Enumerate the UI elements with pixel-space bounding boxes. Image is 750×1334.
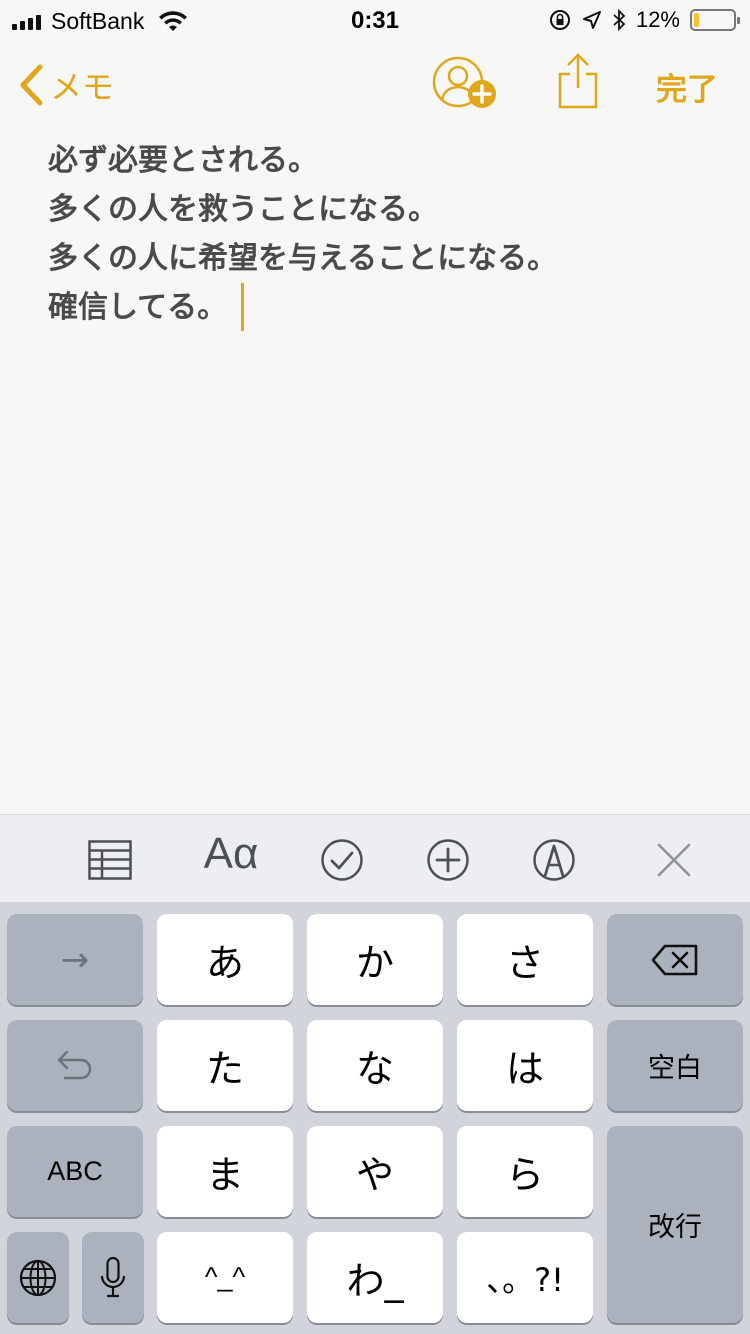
status-right: 12% (548, 7, 740, 33)
text-format-button[interactable]: Aα (196, 829, 266, 878)
key-dictation[interactable] (82, 1232, 144, 1323)
key-return[interactable]: 改行 (607, 1126, 743, 1323)
key-punctuation-label: 、。?! (486, 1260, 564, 1299)
key-sa[interactable]: さ (457, 914, 593, 1005)
back-label: メモ (50, 68, 115, 106)
note-body[interactable]: 必ず必要とされる。 多くの人を救うことになる。 多くの人に希望を与えることになる… (48, 136, 708, 332)
close-toolbar-button[interactable] (650, 837, 698, 883)
key-ha[interactable]: は (457, 1020, 593, 1111)
plus-circle-icon (427, 839, 469, 881)
nav-bar: メモ 完了 (0, 40, 750, 128)
key-na[interactable]: な (307, 1020, 443, 1111)
checklist-button[interactable] (318, 837, 366, 883)
format-toolbar: Aα (0, 814, 750, 902)
share-icon[interactable] (556, 52, 600, 110)
undo-icon (57, 1050, 92, 1079)
key-a[interactable]: あ (157, 914, 293, 1005)
battery-icon (690, 9, 740, 31)
key-space-label: 空白 (648, 1053, 702, 1084)
note-line-last: 確信してる。 (48, 282, 708, 332)
key-ta[interactable]: た (157, 1020, 293, 1111)
note-line-text: 確信してる。 (48, 290, 228, 325)
back-button[interactable]: メモ (18, 62, 114, 108)
orientation-lock-icon (549, 10, 570, 30)
key-wa[interactable]: わ_ (307, 1232, 443, 1323)
note-line: 多くの人に希望を与えることになる。 (48, 241, 558, 276)
key-ya[interactable]: や (307, 1126, 443, 1217)
key-right-arrow-label: → (60, 939, 90, 980)
delete-icon (651, 944, 698, 975)
table-button[interactable] (86, 837, 134, 883)
pen-circle-icon (533, 839, 575, 881)
table-icon (88, 840, 132, 880)
key-ma[interactable]: ま (157, 1126, 293, 1217)
key-ra[interactable]: ら (457, 1126, 593, 1217)
battery-percent: 12% (635, 7, 680, 32)
status-bar: SoftBank 0:31 12% (0, 0, 750, 40)
done-button[interactable]: 完了 (656, 64, 718, 109)
location-icon (582, 11, 601, 29)
keyboard: → あ か さ た な は 空白 ABC ま や ら 改行 ^_^ わ_ 、。?… (0, 902, 750, 1334)
add-person-icon[interactable] (432, 56, 500, 112)
key-right-arrow[interactable]: → (7, 914, 143, 1005)
key-return-label: 改行 (648, 1212, 702, 1243)
close-icon (657, 843, 691, 877)
key-kaomoji[interactable]: ^_^ (157, 1232, 293, 1323)
key-punctuation[interactable]: 、。?! (457, 1232, 593, 1323)
key-kaomoji-label: ^_^ (204, 1262, 246, 1292)
battery-fill (694, 13, 699, 27)
text-caret (241, 282, 245, 331)
globe-icon (19, 1259, 57, 1296)
key-globe[interactable] (7, 1232, 69, 1323)
key-delete[interactable] (607, 914, 743, 1005)
chevron-left-icon (20, 64, 43, 106)
checkmark-circle-icon (321, 839, 363, 881)
microphone-icon (100, 1256, 126, 1297)
key-abc-label: ABC (47, 1156, 103, 1186)
note-line: 必ず必要とされる。 (48, 143, 318, 178)
key-abc[interactable]: ABC (7, 1126, 143, 1217)
key-space[interactable]: 空白 (607, 1020, 743, 1111)
bluetooth-icon (613, 8, 626, 32)
key-ka[interactable]: か (307, 914, 443, 1005)
markup-button[interactable] (530, 837, 578, 883)
key-undo[interactable] (7, 1020, 143, 1111)
insert-button[interactable] (424, 837, 472, 883)
note-line: 多くの人を救うことになる。 (48, 192, 438, 227)
